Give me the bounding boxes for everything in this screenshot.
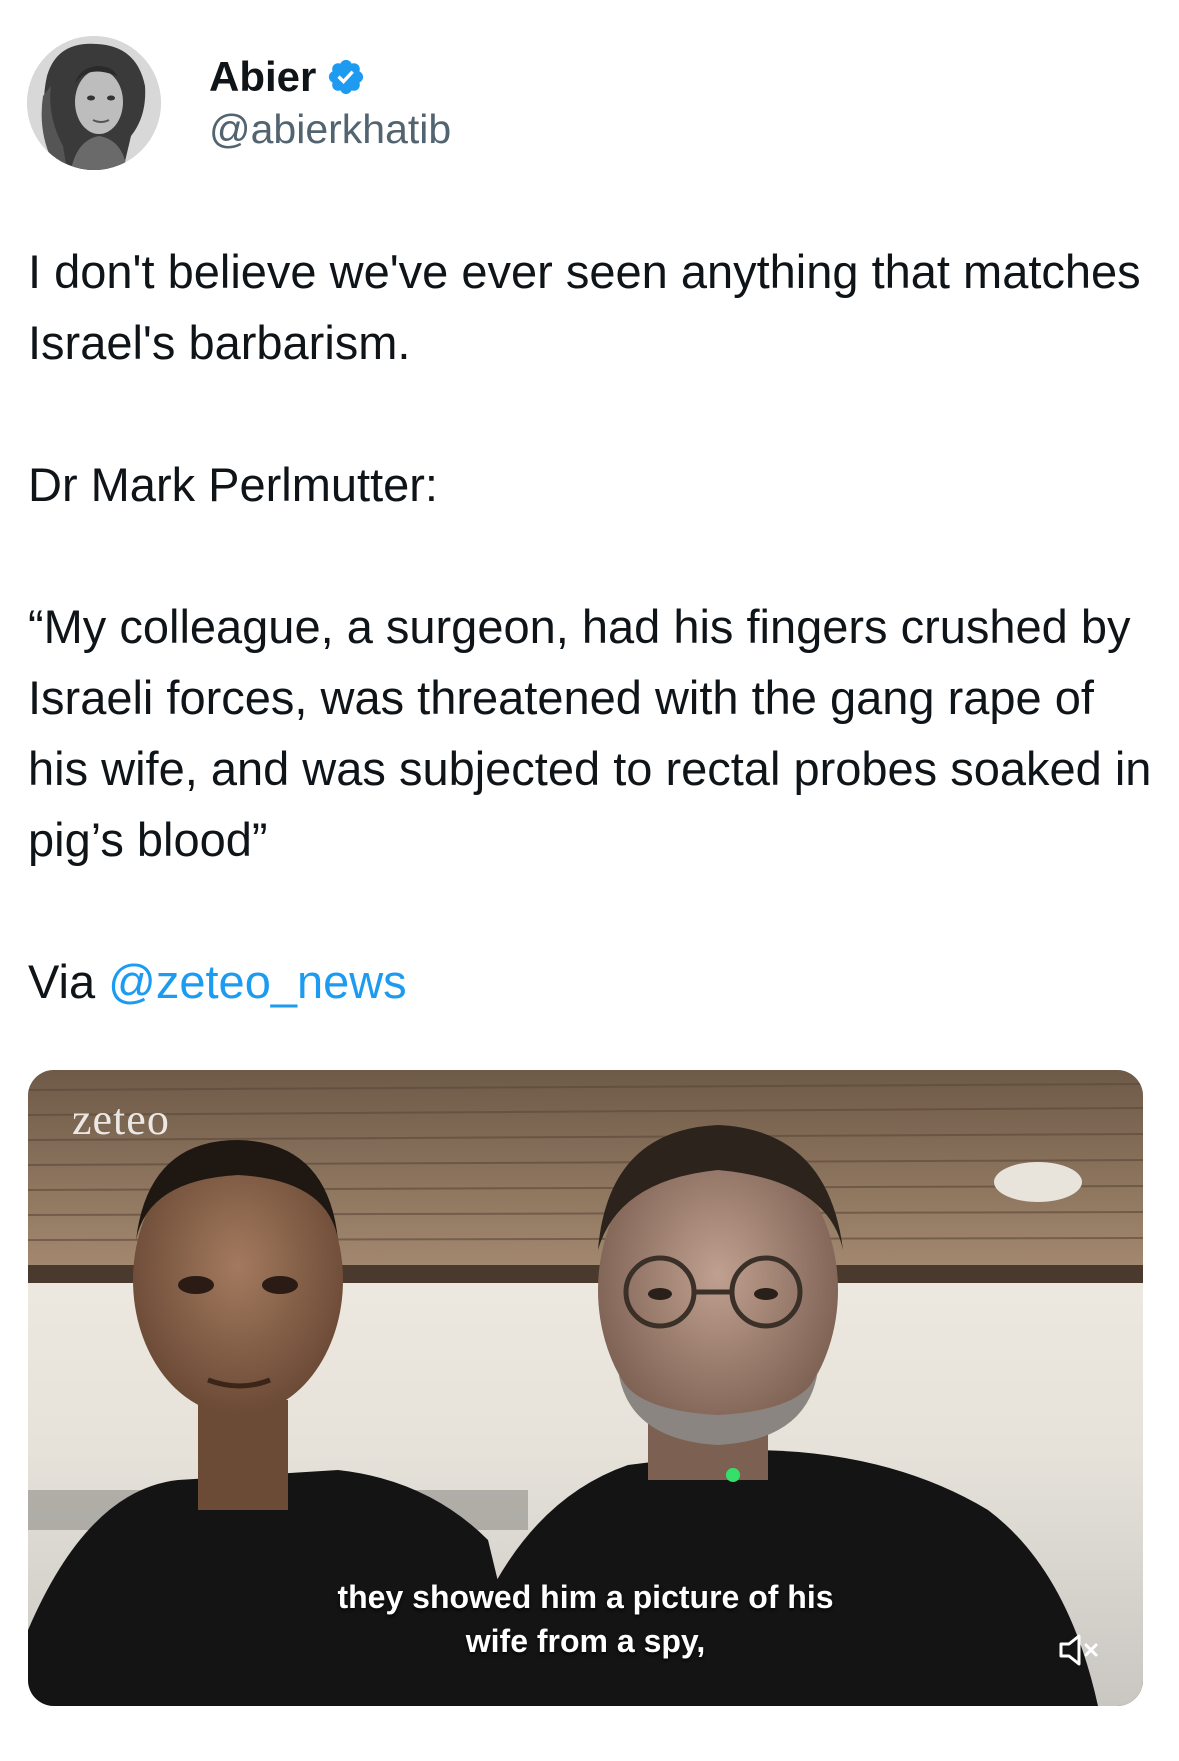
tweet-quote: “My colleague, a surgeon, had his finger… xyxy=(28,600,1152,866)
tweet-header: Abier @abierkhatib xyxy=(27,36,451,170)
via-prefix: Via xyxy=(28,955,109,1008)
tweet-text-line: Dr Mark Perlmutter: xyxy=(28,458,438,511)
caption-line: they showed him a picture of his xyxy=(337,1579,834,1615)
name-row: Abier xyxy=(209,52,451,102)
author-names: Abier @abierkhatib xyxy=(209,52,451,154)
tweet-text: I don't believe we've ever seen anything… xyxy=(28,236,1158,1017)
mention-link[interactable]: @zeteo_news xyxy=(108,955,407,1008)
handle[interactable]: @abierkhatib xyxy=(209,104,451,154)
tweet-via: Via @zeteo_news xyxy=(28,946,1158,1017)
avatar[interactable] xyxy=(27,36,161,170)
video-caption: they showed him a picture of his wife fr… xyxy=(28,1575,1143,1663)
speaker-muted-icon[interactable] xyxy=(1057,1632,1101,1668)
caption-line: wife from a spy, xyxy=(465,1623,706,1659)
tweet: Abier @abierkhatib I don't believe we've… xyxy=(0,0,1179,1761)
video-watermark: zeteo xyxy=(72,1095,170,1144)
display-name[interactable]: Abier xyxy=(209,52,316,102)
verified-badge-icon xyxy=(326,57,366,97)
tweet-text-line: I don't believe we've ever seen anything… xyxy=(28,245,1141,369)
video-player[interactable]: zeteo they showed him a picture of his w… xyxy=(28,1070,1143,1706)
